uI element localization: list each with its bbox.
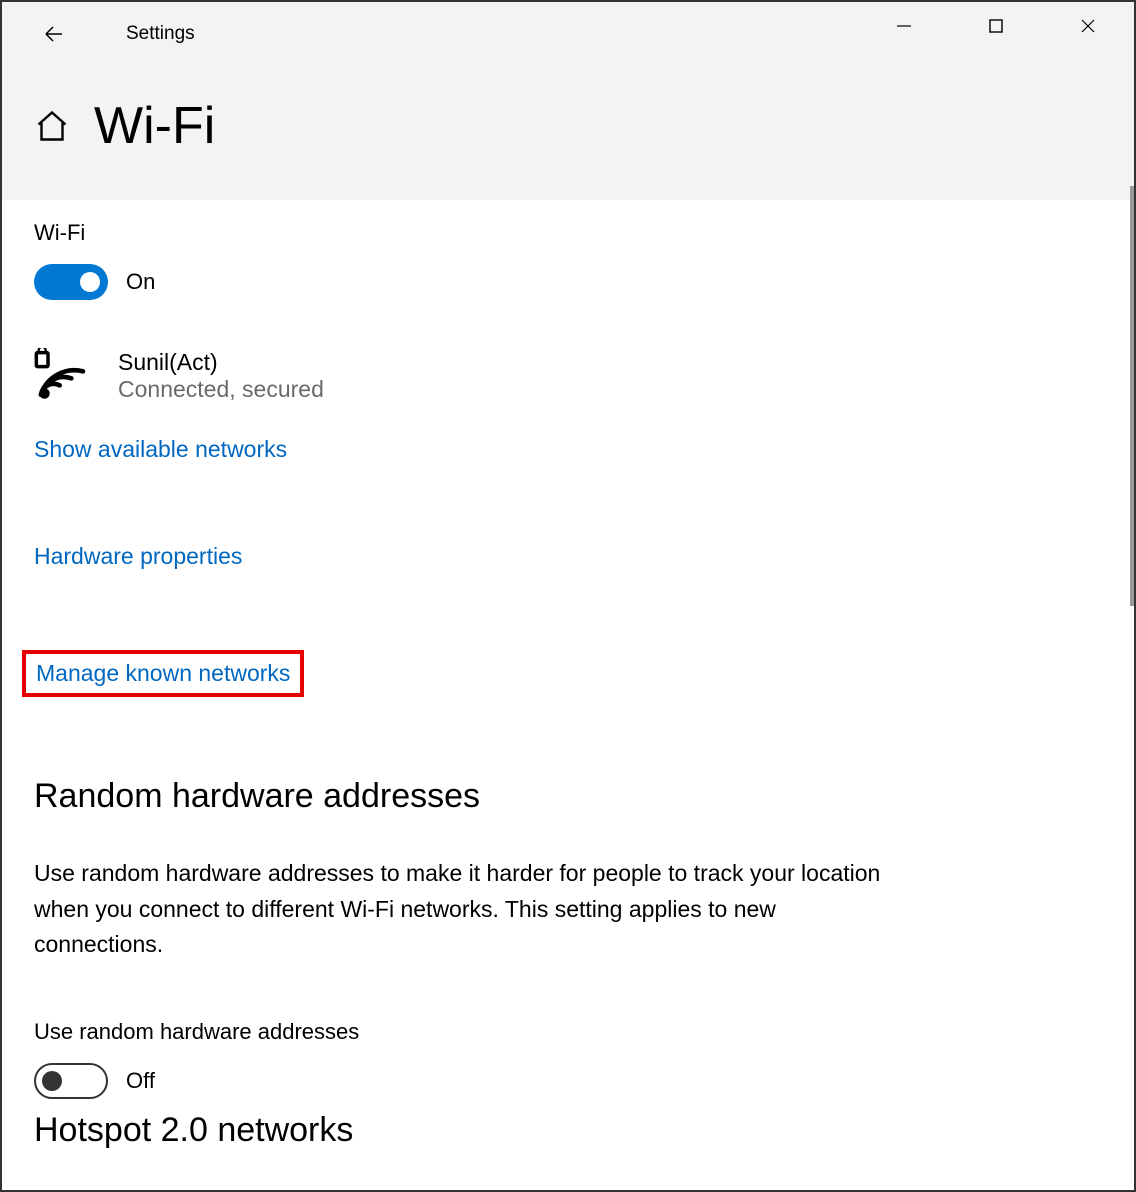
network-name: Sunil(Act) <box>118 349 324 376</box>
wifi-toggle[interactable] <box>34 264 108 300</box>
current-network[interactable]: Sunil(Act) Connected, secured <box>34 348 1102 404</box>
random-hw-description: Use random hardware addresses to make it… <box>34 856 884 963</box>
maximize-icon <box>988 18 1004 34</box>
random-hw-toggle[interactable] <box>34 1063 108 1099</box>
wifi-secured-icon <box>34 348 90 404</box>
back-arrow-icon <box>42 22 66 46</box>
back-button[interactable] <box>30 10 78 58</box>
hotspot-heading-cutoff: Hotspot 2.0 networks <box>34 1111 353 1148</box>
minimize-icon <box>896 18 912 34</box>
close-icon <box>1080 18 1096 34</box>
page-header: Wi-Fi <box>2 66 1134 200</box>
window-title: Settings <box>126 23 195 45</box>
highlight-annotation: Manage known networks <box>22 650 304 697</box>
wifi-section-label: Wi-Fi <box>34 220 1102 246</box>
hardware-properties-link[interactable]: Hardware properties <box>34 543 242 570</box>
scrollbar[interactable] <box>1130 186 1134 606</box>
manage-known-networks-link[interactable]: Manage known networks <box>36 660 290 687</box>
wifi-toggle-state: On <box>126 269 155 295</box>
random-hw-toggle-row: Off <box>34 1063 1102 1099</box>
toggle-knob <box>42 1071 62 1091</box>
content-area: Wi-Fi On Sunil(Act) Connected, secured S… <box>2 200 1134 1148</box>
home-icon[interactable] <box>34 108 70 144</box>
network-info: Sunil(Act) Connected, secured <box>118 349 324 403</box>
window-controls <box>858 2 1134 50</box>
random-hw-toggle-state: Off <box>126 1068 155 1094</box>
titlebar: Settings <box>2 2 1134 66</box>
toggle-knob <box>80 272 100 292</box>
random-hw-heading: Random hardware addresses <box>34 777 1102 816</box>
minimize-button[interactable] <box>858 2 950 50</box>
page-title: Wi-Fi <box>94 96 215 156</box>
close-button[interactable] <box>1042 2 1134 50</box>
wifi-toggle-row: On <box>34 264 1102 300</box>
random-hw-toggle-label: Use random hardware addresses <box>34 1019 1102 1045</box>
show-available-networks-link[interactable]: Show available networks <box>34 436 287 463</box>
network-status: Connected, secured <box>118 376 324 403</box>
maximize-button[interactable] <box>950 2 1042 50</box>
